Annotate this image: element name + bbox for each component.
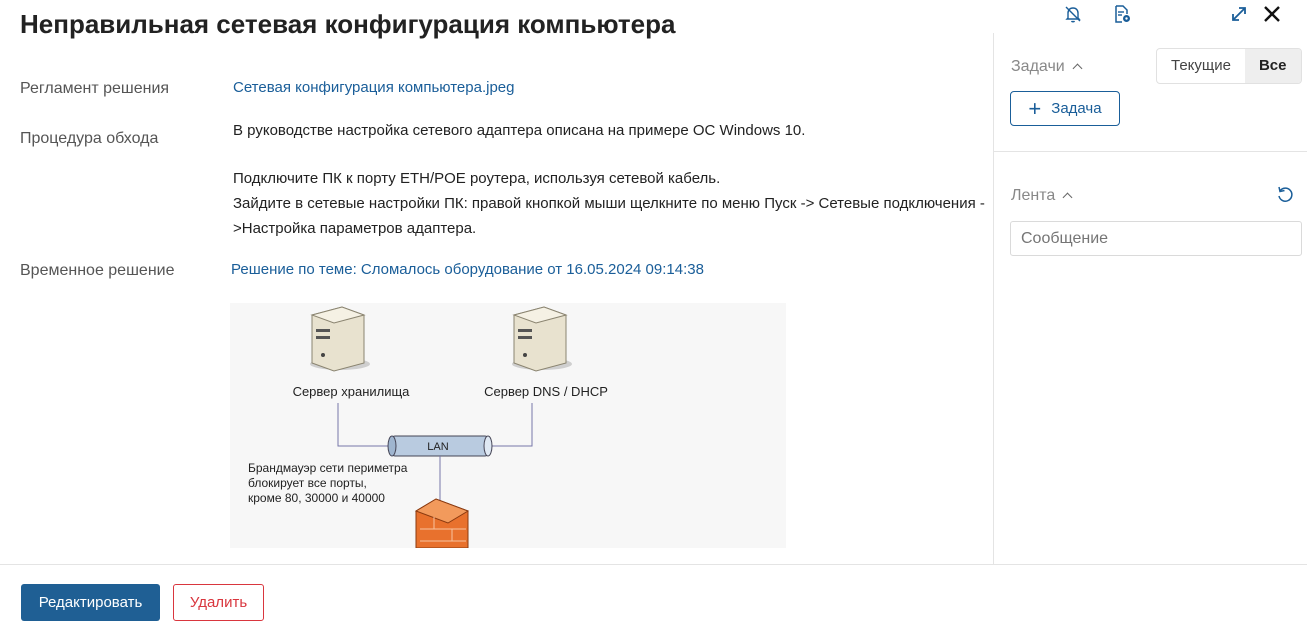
document-settings-icon[interactable] <box>1112 4 1132 29</box>
add-task-label: Задача <box>1051 100 1102 117</box>
server-icon <box>310 306 370 372</box>
feed-section-toggle[interactable]: Лента <box>1011 187 1073 205</box>
regulation-file-link[interactable]: Сетевая конфигурация компьютера.jpeg <box>233 79 514 96</box>
workaround-line: >Настройка параметров адаптера. <box>233 220 477 237</box>
workaround-line: В руководстве настройка сетевого адаптер… <box>233 122 806 139</box>
storage-server-label: Сервер хранилища <box>293 384 411 399</box>
workaround-label: Процедура обхода <box>20 130 159 147</box>
lan-label: LAN <box>427 441 448 453</box>
sidebar: Задачи Текущие Все + Задача Лента <box>993 33 1307 564</box>
chevron-up-icon <box>1062 192 1073 203</box>
server-icon <box>512 306 572 372</box>
workaround-line: Подключите ПК к порту ETH/POE роутера, и… <box>233 170 721 187</box>
regulation-label: Регламент решения <box>20 80 170 97</box>
close-icon[interactable] <box>1262 4 1282 29</box>
workaround-text: В руководстве настройка сетевого адаптер… <box>233 118 993 241</box>
network-diagram: Сервер хранилища Сервер DNS / DHCP LAN Б… <box>248 306 608 549</box>
expand-icon[interactable] <box>1229 4 1249 29</box>
divider <box>994 151 1307 152</box>
firewall-note-line: блокирует все порты, <box>248 476 367 490</box>
bell-off-icon[interactable] <box>1063 4 1083 29</box>
firewall-note-line: кроме 80, 30000 и 40000 <box>248 491 385 505</box>
page-title: Неправильная сетевая конфигурация компью… <box>20 9 676 39</box>
tasks-title: Задачи <box>1011 58 1065 75</box>
task-filter: Текущие Все <box>1156 48 1302 84</box>
refresh-icon[interactable] <box>1275 185 1295 210</box>
firewall-note-line: Брандмауэр сети периметра <box>248 461 408 475</box>
plus-icon: + <box>1028 95 1042 121</box>
add-task-button[interactable]: + Задача <box>1010 91 1120 126</box>
workaround-line: Зайдите в сетевые настройки ПК: правой к… <box>233 195 985 212</box>
temp-solution-label: Временное решение <box>20 262 175 279</box>
filter-all-button[interactable]: Все <box>1244 49 1301 83</box>
chevron-up-icon <box>1072 63 1083 74</box>
filter-current-button[interactable]: Текущие <box>1157 49 1245 83</box>
message-input[interactable] <box>1010 221 1302 256</box>
temp-solution-link[interactable]: Решение по теме: Сломалось оборудование … <box>231 261 704 278</box>
tasks-section-toggle[interactable]: Задачи <box>1011 58 1083 76</box>
dns-server-label: Сервер DNS / DHCP <box>484 384 608 399</box>
feed-title: Лента <box>1011 187 1056 204</box>
footer: Редактировать Удалить <box>0 564 1307 625</box>
network-diagram-image: Сервер хранилища Сервер DNS / DHCP LAN Б… <box>230 303 786 549</box>
delete-button[interactable]: Удалить <box>173 584 264 621</box>
firewall-icon <box>414 498 470 549</box>
edit-button[interactable]: Редактировать <box>21 584 160 621</box>
main-content: Неправильная сетевая конфигурация компью… <box>0 0 993 564</box>
